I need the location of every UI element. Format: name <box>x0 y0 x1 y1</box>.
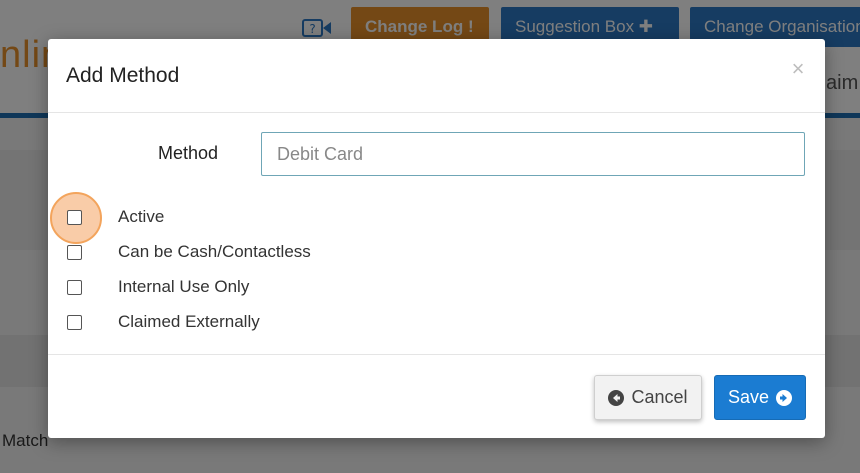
modal-footer <box>48 354 825 439</box>
save-button[interactable]: Save <box>714 375 806 420</box>
save-button-label: Save <box>727 387 770 407</box>
arrow-circle-right-icon <box>776 389 793 406</box>
cancel-button-label: Cancel <box>631 387 688 407</box>
modal-title: Add Method <box>66 64 180 87</box>
add-method-modal: Add Method × Method Active Can be Cash/C… <box>48 39 825 438</box>
active-checkbox[interactable] <box>67 210 82 225</box>
internal-use-label[interactable]: Internal Use Only <box>118 277 249 297</box>
close-icon[interactable]: × <box>788 57 808 81</box>
cash-contactless-label[interactable]: Can be Cash/Contactless <box>118 242 311 262</box>
cancel-button[interactable]: Cancel <box>594 375 702 420</box>
cash-contactless-checkbox[interactable] <box>67 245 82 260</box>
method-label: Method <box>158 143 219 163</box>
active-label[interactable]: Active <box>118 207 164 227</box>
claimed-externally-label[interactable]: Claimed Externally <box>118 312 260 332</box>
internal-use-checkbox[interactable] <box>67 280 82 295</box>
claimed-externally-checkbox[interactable] <box>67 315 82 330</box>
method-input[interactable] <box>261 132 805 176</box>
modal-header: Add Method × <box>48 39 825 113</box>
arrow-circle-left-icon <box>608 389 625 406</box>
